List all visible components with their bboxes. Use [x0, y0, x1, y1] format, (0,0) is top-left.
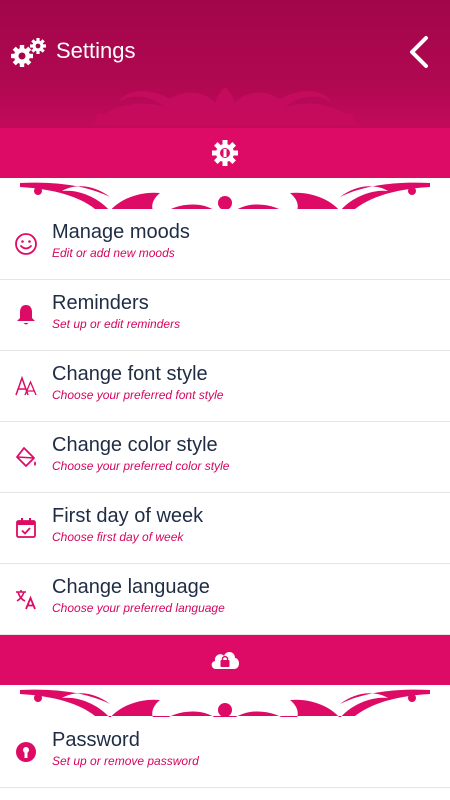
item-label: Manage moods	[52, 221, 190, 243]
item-label: First day of week	[52, 505, 204, 527]
gears-icon	[11, 38, 46, 67]
list-item-password[interactable]: Password Set up or remove password	[0, 717, 450, 788]
list-item-first-day-of-week[interactable]: First day of week Choose first day of we…	[0, 493, 450, 564]
item-label: Password	[52, 729, 140, 751]
item-label: Change color style	[52, 434, 218, 456]
cloud-lock-icon	[211, 652, 239, 669]
bell-icon	[17, 305, 35, 325]
paint-bucket-icon	[16, 447, 36, 467]
item-subtitle: Edit or add new moods	[52, 246, 175, 260]
back-button[interactable]	[404, 34, 434, 70]
calendar-check-icon	[16, 518, 36, 538]
translate-icon	[16, 590, 36, 610]
font-icon	[15, 375, 37, 396]
list-item-manage-moods[interactable]: Manage moods Edit or add new moods	[0, 209, 450, 280]
section-band-general	[0, 128, 450, 178]
section-band-security	[0, 635, 450, 685]
item-label: Reminders	[52, 292, 149, 314]
gear-wrench-icon	[212, 140, 238, 166]
item-subtitle: Choose your preferred language	[52, 601, 225, 615]
item-subtitle: Set up or edit reminders	[52, 317, 181, 331]
item-subtitle: Choose first day of week	[52, 530, 184, 544]
item-label: Change font style	[52, 363, 208, 385]
list-item-change-color-style[interactable]: Change color style Choose your preferred…	[0, 422, 450, 493]
page-title: Settings	[56, 38, 136, 63]
item-subtitle: Choose your preferred color style	[52, 459, 230, 473]
list-item-reminders[interactable]: Reminders Set up or edit reminders	[0, 280, 450, 351]
item-label: Change language	[52, 576, 210, 598]
app-header: Settings	[0, 0, 450, 128]
item-subtitle: Choose your preferred font style	[52, 388, 224, 402]
list-item-change-font-style[interactable]: Change font style Choose your preferred …	[0, 351, 450, 422]
smiley-icon	[15, 233, 37, 255]
lock-circle-icon	[16, 742, 36, 762]
item-subtitle: Set up or remove password	[52, 754, 199, 768]
list-item-change-language[interactable]: Change language Choose your preferred la…	[0, 564, 450, 635]
